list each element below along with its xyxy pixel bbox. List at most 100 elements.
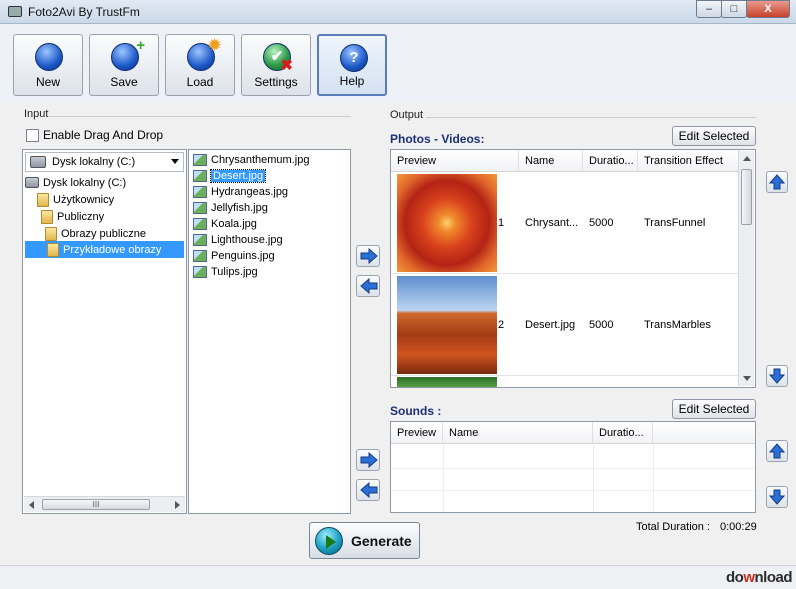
- scroll-thumb[interactable]: III: [42, 499, 150, 510]
- edit-selected-sound-button[interactable]: Edit Selected: [672, 399, 756, 419]
- file-item[interactable]: Chrysanthemum.jpg: [193, 152, 309, 168]
- window-controls: – □ X: [696, 0, 790, 18]
- arrow-down-icon: [769, 489, 785, 505]
- help-button[interactable]: ? Help: [317, 34, 387, 96]
- chrysanthemum-thumbnail: [397, 174, 497, 272]
- new-button-label: New: [35, 75, 60, 89]
- arrow-right-icon: [360, 452, 378, 468]
- new-icon: [35, 43, 63, 71]
- column-preview[interactable]: Preview: [391, 422, 443, 443]
- save-icon: +: [111, 38, 145, 71]
- tree-item-label: Dysk lokalny (C:): [43, 176, 127, 189]
- file-item[interactable]: Lighthouse.jpg: [193, 232, 283, 248]
- camera-icon: [8, 6, 22, 17]
- file-item[interactable]: Hydrangeas.jpg: [193, 184, 288, 200]
- close-button[interactable]: X: [746, 0, 790, 18]
- column-name[interactable]: Name: [443, 422, 593, 443]
- drag-drop-label: Enable Drag And Drop: [43, 128, 164, 142]
- tree-item-sample-pictures[interactable]: Przykładowe obrazy: [25, 241, 184, 258]
- image-file-icon: [193, 234, 207, 246]
- settings-button-label: Settings: [254, 75, 298, 89]
- load-button[interactable]: ✹ Load: [165, 34, 235, 96]
- file-list-panel: Chrysanthemum.jpg Desert.jpg Hydrangeas.…: [188, 149, 351, 514]
- minimize-button[interactable]: –: [696, 0, 722, 18]
- drag-drop-option[interactable]: Enable Drag And Drop: [26, 128, 163, 142]
- folder-tree-panel: Dysk lokalny (C:) Dysk lokalny (C:) Użyt…: [22, 149, 187, 514]
- tree-item-drive[interactable]: Dysk lokalny (C:): [25, 174, 126, 191]
- window-title: Foto2Avi By TrustFm: [28, 5, 140, 19]
- column-duration[interactable]: Duratio...: [593, 422, 653, 443]
- move-photo-up-button[interactable]: [766, 171, 788, 193]
- drag-drop-checkbox[interactable]: [26, 128, 39, 142]
- row-duration: 5000: [589, 217, 614, 229]
- file-item-selected[interactable]: Desert.jpg: [193, 168, 267, 184]
- file-item[interactable]: Koala.jpg: [193, 216, 257, 232]
- arrow-left-icon: [360, 482, 378, 498]
- table-row[interactable]: 1 Chrysant... 5000 TransFunnel: [391, 173, 739, 274]
- arrow-up-icon: [769, 174, 785, 190]
- image-file-icon: [193, 186, 207, 198]
- add-sound-button[interactable]: [356, 449, 380, 471]
- status-bar: download: [0, 565, 796, 589]
- generate-button[interactable]: Generate: [309, 522, 420, 559]
- tree-horizontal-scrollbar[interactable]: III: [24, 496, 185, 512]
- photos-vertical-scrollbar[interactable]: [738, 151, 754, 386]
- maximize-button[interactable]: □: [721, 0, 747, 18]
- arrow-up-icon: [769, 443, 785, 459]
- drive-select-value: Dysk lokalny (C:): [52, 156, 136, 168]
- move-sound-up-button[interactable]: [766, 440, 788, 462]
- total-duration-value: 0:00:29: [720, 521, 757, 533]
- column-name[interactable]: Name: [519, 150, 583, 171]
- file-item[interactable]: Penguins.jpg: [193, 248, 275, 264]
- column-duration[interactable]: Duratio...: [583, 150, 638, 171]
- file-name: Penguins.jpg: [211, 250, 275, 262]
- save-button[interactable]: + Save: [89, 34, 159, 96]
- tree-item-public-pictures[interactable]: Obrazy publiczne: [45, 225, 146, 242]
- scroll-right-icon[interactable]: [175, 501, 180, 509]
- load-icon: ✹: [187, 38, 221, 71]
- scroll-thumb[interactable]: [741, 169, 752, 225]
- image-file-icon: [193, 202, 207, 214]
- settings-button[interactable]: ✖ ✔ Settings: [241, 34, 311, 96]
- tree-item-label: Publiczny: [57, 210, 105, 223]
- load-button-label: Load: [186, 75, 214, 89]
- row-index: 2: [498, 319, 505, 331]
- column-transition[interactable]: Transition Effect: [638, 150, 739, 171]
- move-sound-down-button[interactable]: [766, 486, 788, 508]
- scroll-left-icon[interactable]: [29, 501, 34, 509]
- scroll-up-icon[interactable]: [743, 156, 751, 161]
- preview-cell: [391, 173, 497, 273]
- drive-select[interactable]: Dysk lokalny (C:): [25, 152, 184, 172]
- partial-thumbnail: [397, 377, 497, 387]
- input-section-label: Input: [24, 108, 49, 120]
- file-name: Koala.jpg: [211, 218, 257, 230]
- file-item[interactable]: Tulips.jpg: [193, 264, 258, 280]
- file-name: Lighthouse.jpg: [211, 234, 283, 246]
- folder-icon: [45, 226, 57, 241]
- settings-icon: ✖ ✔: [263, 43, 293, 73]
- remove-sound-button[interactable]: [356, 479, 380, 501]
- remove-photo-button[interactable]: [356, 275, 380, 297]
- sounds-label: Sounds :: [390, 404, 442, 418]
- file-name: Chrysanthemum.jpg: [211, 154, 310, 166]
- image-file-icon: [193, 170, 207, 182]
- table-row[interactable]: 2 Desert.jpg 5000 TransMarbles: [391, 275, 739, 376]
- tree-item-label: Przykładowe obrazy: [63, 243, 162, 256]
- column-preview[interactable]: Preview: [391, 150, 519, 171]
- move-photo-down-button[interactable]: [766, 365, 788, 387]
- add-photo-button[interactable]: [356, 245, 380, 267]
- new-button[interactable]: New: [13, 34, 83, 96]
- tree-item-public[interactable]: Publiczny: [41, 208, 104, 225]
- row-index: 1: [498, 217, 505, 229]
- file-name: Hydrangeas.jpg: [211, 186, 289, 198]
- save-button-label: Save: [110, 75, 138, 89]
- file-item[interactable]: Jellyfish.jpg: [193, 200, 268, 216]
- scroll-down-icon[interactable]: [743, 376, 751, 381]
- tree-item-label: Użytkownicy: [53, 193, 115, 206]
- grid-line: [391, 468, 755, 469]
- edit-selected-photo-button[interactable]: Edit Selected: [672, 126, 756, 146]
- chevron-down-icon[interactable]: [171, 159, 179, 164]
- tree-item-users[interactable]: Użytkownicy: [37, 191, 114, 208]
- row-transition: TransMarbles: [644, 319, 711, 331]
- row-name: Chrysant...: [525, 217, 579, 229]
